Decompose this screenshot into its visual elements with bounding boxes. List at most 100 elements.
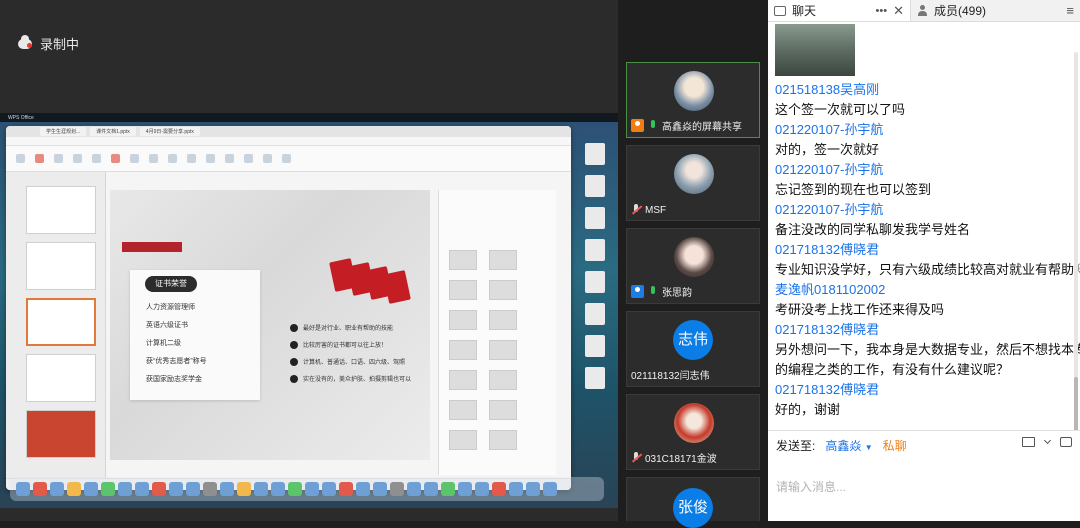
compose-tools (1022, 436, 1072, 447)
mic-on-icon (648, 285, 658, 298)
slide-thumbnails (6, 172, 106, 490)
wps-ribbon-menu (6, 137, 571, 146)
chat-icon (774, 5, 786, 16)
message-text: 备注没改的同学私聊发我学号姓名 (775, 222, 971, 237)
message-sender: 麦逸帆0181102002 (775, 282, 886, 297)
wps-app-name: WPS Office (8, 114, 34, 121)
message-sender: 021518138吴高刚 (775, 82, 880, 97)
video-column: 高鑫焱的屏幕共享 MSF 张思韵 志伟 021118132闫志伟 031C181… (618, 0, 768, 528)
chat-panel: 聊天 ••• ✕ 成员(499) ≡ 021518138吴高刚 这个签一次就可以… (768, 0, 1080, 521)
avatar (674, 237, 714, 277)
avatar-initials: 张俊 (673, 488, 713, 528)
chat-panel-tabs: 聊天 ••• ✕ 成员(499) ≡ (768, 0, 1080, 22)
wps-file-tabs: 学生生涯规划... 课件文档1.pptx 4月9日-需要分享.pptx (6, 126, 571, 137)
slide-thumb (26, 354, 96, 402)
file-icon[interactable] (1022, 437, 1035, 447)
message-text: 的编程之类的工作，有没有什么建议呢？ (775, 362, 1010, 377)
certificate-item: 计算机二级 (146, 340, 181, 347)
recording-label: 录制中 (40, 37, 80, 52)
avatar (674, 71, 714, 111)
message-input[interactable] (776, 457, 1072, 517)
close-icon[interactable]: ✕ (893, 3, 904, 19)
mic-muted-icon (631, 451, 641, 464)
chat-compose: 发送至: 高鑫焱 ▼ 私聊 (768, 430, 1080, 521)
participant-name: MSF (645, 204, 667, 216)
message-text: 好的，谢谢 (775, 402, 841, 417)
message-sender: 021718132傅晓君 (775, 242, 880, 257)
mic-muted-icon (631, 204, 641, 216)
certificate-item: 获国家励志奖学金 (146, 376, 202, 383)
tab-members-label: 成员(499) (934, 4, 987, 18)
slide-thumb (26, 242, 96, 290)
tab-chat-label: 聊天 (792, 4, 817, 18)
slide-thumb (26, 410, 96, 458)
tip-item: 实在没有的，美众护肤、拍摄剪辑也可以 (290, 374, 411, 383)
video-tile-2[interactable]: 张思韵 (626, 228, 760, 304)
tip-item: 计算机、普通话、口语、四六级、驾照 (290, 357, 405, 366)
video-tile-5[interactable]: 张俊 (626, 477, 760, 528)
avatar (674, 403, 714, 443)
mac-dock (10, 477, 604, 501)
video-tile-4[interactable]: 031C18171金波 (626, 394, 760, 470)
message-text: 对的，签一次就好 (775, 142, 880, 157)
video-tile-0[interactable]: 高鑫焱的屏幕共享 (626, 62, 760, 138)
certificate-item: 人力资源管理师 (146, 304, 195, 311)
slide-thumb-selected (26, 298, 96, 346)
tab-chat[interactable]: 聊天 ••• ✕ (768, 0, 911, 21)
avatar (674, 154, 714, 194)
shared-screen-area: 录制中 WPS Office 学生生涯规划... 课件文档1.pptx 4月9日… (0, 0, 618, 521)
mic-on-icon (648, 119, 658, 132)
certificate-item: 获“优秀志愿者”称号 (146, 358, 207, 365)
participant-name: 021118132闫志伟 (631, 371, 710, 382)
file-tab: 4月9日-需要分享.pptx (139, 127, 200, 136)
participant-name: 031C18171金波 (645, 454, 717, 465)
message-text: 忘记签到的现在也可以签到 (775, 182, 932, 197)
tip-item: 最好是对行业、职业有帮助的技能 (290, 323, 393, 332)
chevron-down-icon[interactable] (1043, 436, 1052, 445)
participant-name: 高鑫焱的屏幕共享 (662, 122, 742, 133)
shared-desktop: WPS Office 学生生涯规划... 课件文档1.pptx 4月9日-需要分… (0, 113, 618, 508)
mac-menubar: WPS Office (0, 113, 618, 122)
tab-members[interactable]: 成员(499) ≡ (911, 0, 1080, 21)
chat-scrollbar-thumb[interactable] (1074, 377, 1078, 430)
menu-icon[interactable]: ≡ (1066, 3, 1074, 18)
file-tab: 学生生涯规划... (40, 127, 87, 136)
file-tab: 课件文档1.pptx (90, 127, 136, 136)
quote-icon[interactable] (1060, 437, 1072, 447)
participant-name: 张思韵 (662, 288, 692, 299)
message-text: 另外想问一下，我本身是大数据专业，然后不想找本专业 (775, 342, 1080, 357)
slide-thumb (26, 186, 96, 234)
design-templates-panel (438, 190, 556, 475)
message-sender: 021220107-孙宇航 (775, 162, 884, 177)
chat-scrollbar-track[interactable] (1074, 52, 1078, 430)
avatar-initials: 志伟 (673, 320, 713, 360)
video-tile-3[interactable]: 志伟 021118132闫志伟 (626, 311, 760, 387)
message-sender: 021220107-孙宇航 (775, 202, 884, 217)
host-icon (631, 119, 644, 132)
tip-item: 比较厉害的证书都可以往上放！ (290, 340, 387, 349)
dropdown-caret-icon: ▼ (864, 443, 873, 452)
certificate-item: 英语六级证书 (146, 322, 188, 329)
slide-title: 证书荣誉 (145, 276, 197, 292)
send-to-target[interactable]: 高鑫焱 ▼ (825, 437, 872, 454)
message-list[interactable]: 021518138吴高刚 这个签一次就可以了吗 021220107-孙宇航 对的… (768, 22, 1080, 430)
send-to-row: 发送至: 高鑫焱 ▼ 私聊 (776, 437, 907, 454)
red-certificate-image (383, 270, 411, 304)
message-text: 考研没考上找工作还来得及吗 (775, 302, 945, 317)
private-chat-label: 私聊 (882, 439, 907, 453)
video-tile-1[interactable]: MSF (626, 145, 760, 221)
message-text: 专业知识没学好，只有六级成绩比较高对就业有帮助吗？ (775, 262, 1080, 277)
cloud-record-icon (18, 34, 32, 49)
message-sender: 021718132傅晓君 (775, 382, 880, 397)
message-sender: 021220107-孙宇航 (775, 122, 884, 137)
slide-canvas: 证书荣誉 人力资源管理师 英语六级证书 计算机二级 获“优秀志愿者”称号 获国家… (110, 190, 430, 460)
user-icon (631, 285, 644, 298)
desktop-icons (575, 133, 615, 395)
wps-window: 学生生涯规划... 课件文档1.pptx 4月9日-需要分享.pptx 证书荣誉… (6, 126, 571, 490)
meeting-window: 录制中 WPS Office 学生生涯规划... 课件文档1.pptx 4月9日… (0, 0, 1080, 528)
slide-red-banner (122, 242, 182, 252)
message-text: 这个签一次就可以了吗 (775, 102, 906, 117)
image-message[interactable] (775, 24, 855, 76)
more-icon[interactable]: ••• (876, 5, 888, 17)
recording-indicator[interactable]: 录制中 (18, 34, 79, 53)
